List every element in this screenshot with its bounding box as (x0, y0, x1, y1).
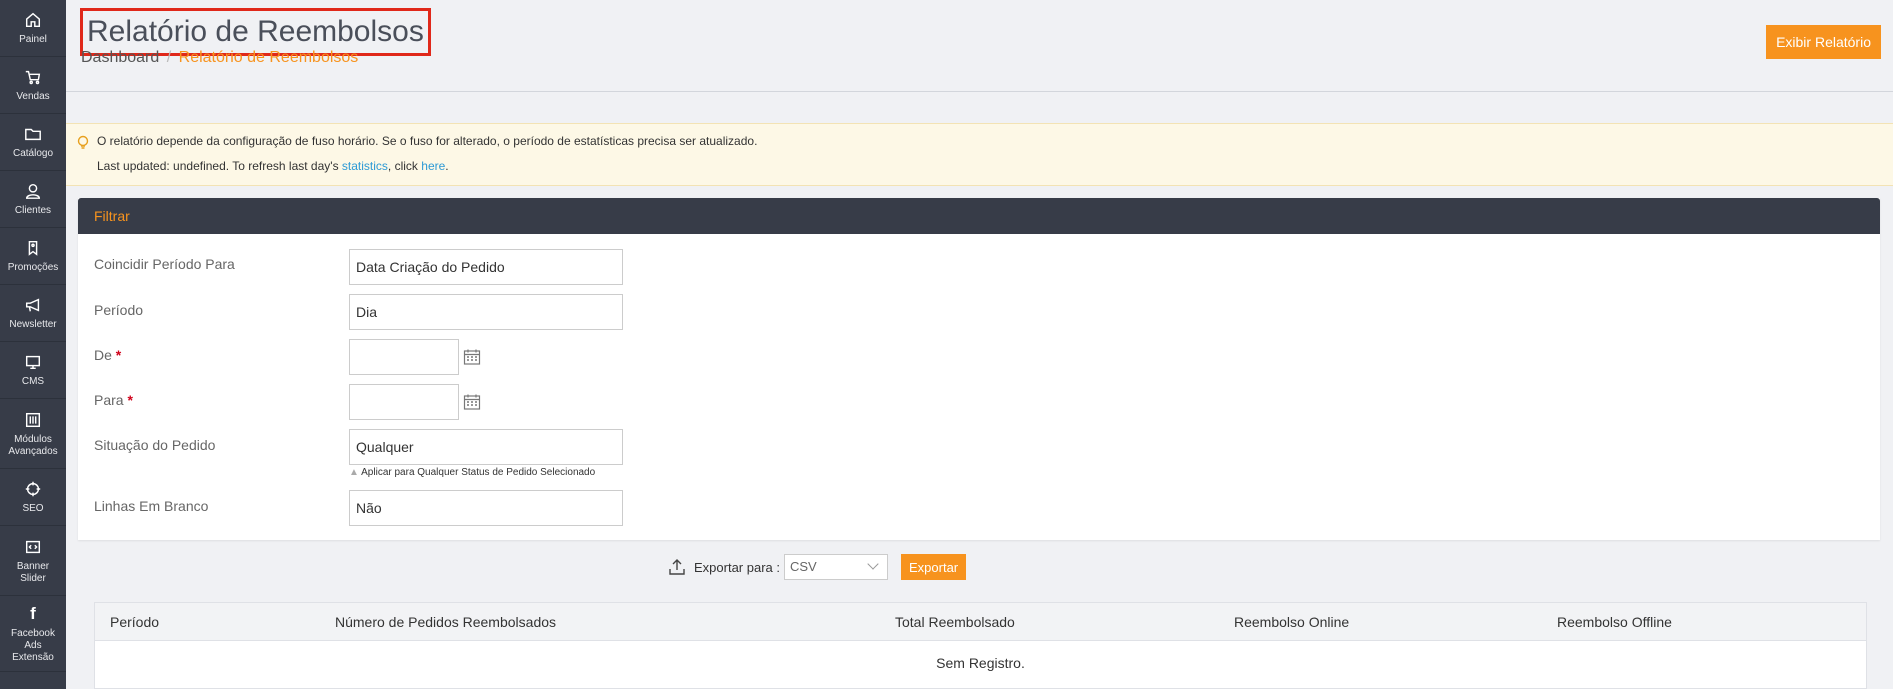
sidebar-item-vendas[interactable]: Vendas (0, 57, 66, 114)
export-format-select[interactable]: CSV (784, 554, 888, 580)
filter-panel: Filtrar Coincidir Período Para Data Cria… (78, 198, 1880, 540)
empty-rows-select[interactable]: Não (349, 490, 623, 526)
from-label: De * (94, 347, 121, 363)
export-bar: Exportar para : CSV Exportar (668, 554, 967, 580)
column-header[interactable]: Reembolso Offline (1557, 614, 1672, 630)
from-date-input[interactable] (349, 339, 459, 375)
notice-text: Last updated: undefined. To refresh last… (97, 159, 342, 173)
show-report-button[interactable]: Exibir Relatório (1766, 25, 1881, 59)
table-header: Período Número de Pedidos Reembolsados T… (95, 603, 1866, 641)
triangle-icon: ▲ (349, 467, 359, 478)
sidebar-item-cms[interactable]: CMS (0, 342, 66, 399)
breadcrumb-root[interactable]: Dashboard (81, 49, 159, 66)
lightbulb-icon (77, 135, 89, 149)
calendar-icon[interactable] (463, 393, 481, 411)
to-label: Para * (94, 392, 133, 408)
cart-icon (23, 67, 43, 87)
refunds-table: Período Número de Pedidos Reembolsados T… (94, 602, 1867, 689)
from-label-text: De (94, 347, 112, 363)
sidebar-item-label: Clientes (14, 205, 52, 216)
notice-line-1: O relatório depende da configuração de f… (97, 134, 758, 148)
page-header: Relatório de Reembolsos Dashboard / Rela… (66, 0, 1893, 92)
statistics-link[interactable]: statistics (342, 159, 388, 173)
empty-state-text: Sem Registro. (936, 655, 1025, 671)
sidebar-item-clientes[interactable]: Clientes (0, 171, 66, 228)
match-period-select[interactable]: Data Criação do Pedido (349, 249, 623, 285)
sidebar-item-label: Facebook Ads Extensão (11, 627, 55, 663)
sidebar-item-modulos-avancados[interactable]: Módulos Avançados (0, 399, 66, 469)
breadcrumb-current: Relatório de Reembolsos (178, 49, 359, 66)
hint-text: Aplicar para Qualquer Status de Pedido S… (361, 467, 596, 478)
upload-icon (669, 559, 685, 575)
export-label: Exportar para : (694, 559, 780, 575)
sidebar-item-promocoes[interactable]: Promoções (0, 228, 66, 285)
column-header[interactable]: Total Reembolsado (895, 614, 1015, 630)
calendar-icon[interactable] (463, 348, 481, 366)
chevron-down-icon (867, 558, 879, 570)
sidebar-item-label: CMS (21, 376, 45, 387)
order-status-label: Situação do Pedido (94, 437, 216, 453)
to-date-input[interactable] (349, 384, 459, 420)
notice-line-2: Last updated: undefined. To refresh last… (97, 159, 449, 173)
period-select[interactable]: Dia (349, 294, 623, 330)
sidebar-item-painel[interactable]: Painel (0, 0, 66, 57)
sidebar-item-label: SEO (22, 503, 44, 514)
sidebar-item-label: Catálogo (12, 148, 54, 159)
order-status-select[interactable]: Qualquer (349, 429, 623, 465)
refresh-here-link[interactable]: here (421, 159, 445, 173)
facebook-icon: f (30, 603, 36, 623)
user-icon (23, 181, 43, 201)
sidebar-item-newsletter[interactable]: Newsletter (0, 285, 66, 342)
sidebar-item-banner-slider[interactable]: Banner Slider (0, 526, 66, 596)
column-header[interactable]: Período (110, 614, 159, 630)
sidebar-item-seo[interactable]: SEO (0, 469, 66, 526)
required-mark: * (127, 392, 133, 408)
sidebar-item-catalogo[interactable]: Catálogo (0, 114, 66, 171)
sidebar-item-label: Newsletter (9, 319, 57, 330)
megaphone-icon (23, 295, 43, 315)
sidebar-item-label: Módulos Avançados (8, 433, 58, 457)
home-icon (23, 10, 43, 30)
sliders-icon (23, 410, 43, 430)
export-button[interactable]: Exportar (901, 554, 967, 580)
breadcrumb: Dashboard / Relatório de Reembolsos (81, 49, 358, 67)
timezone-notice: O relatório depende da configuração de f… (66, 123, 1893, 186)
period-label: Período (94, 302, 144, 318)
required-mark: * (115, 347, 122, 363)
to-label-text: Para (94, 392, 124, 408)
sidebar-item-label: Promoções (7, 262, 59, 273)
notice-text: , click (387, 159, 422, 173)
match-period-label: Coincidir Período Para (94, 256, 235, 272)
monitor-icon (23, 352, 43, 372)
column-header[interactable]: Número de Pedidos Reembolsados (335, 614, 556, 630)
breadcrumb-separator: / (166, 49, 172, 66)
empty-rows-label: Linhas Em Branco (94, 498, 209, 514)
sidebar-item-label: Vendas (16, 91, 50, 102)
tag-icon (23, 238, 43, 258)
order-status-hint: ▲ Aplicar para Qualquer Status de Pedido… (349, 467, 595, 478)
sidebar-item-facebook-ads[interactable]: f Facebook Ads Extensão (0, 596, 66, 672)
sidebar-item-label: Banner Slider (16, 560, 50, 584)
target-icon (23, 479, 43, 499)
sidebar: Painel Vendas Catálogo Clientes Promoçõe… (0, 0, 66, 689)
export-format-value: CSV (790, 559, 817, 574)
filter-panel-title: Filtrar (78, 198, 1880, 234)
sidebar-item-label: Painel (19, 34, 47, 45)
folder-icon (23, 124, 43, 144)
code-icon (23, 537, 43, 557)
notice-text: . (445, 159, 449, 173)
column-header[interactable]: Reembolso Online (1234, 614, 1349, 630)
